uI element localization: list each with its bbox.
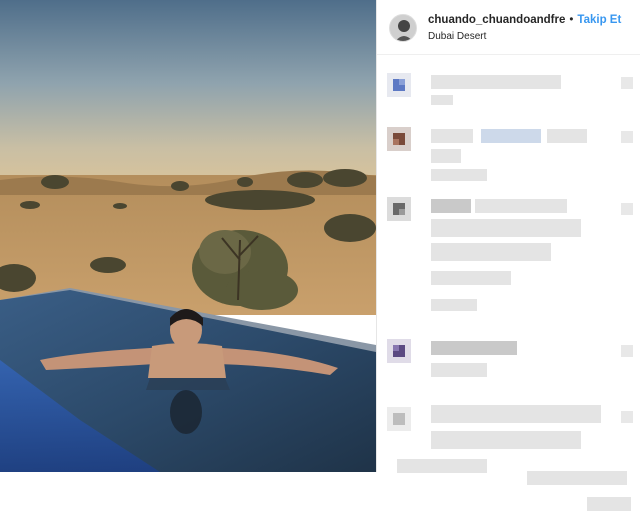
profile-avatar-icon[interactable] (389, 14, 417, 42)
list-item (377, 401, 640, 521)
heart-icon[interactable] (621, 203, 633, 215)
pixelated-comment-text (431, 199, 471, 213)
pixelated-comment-text (431, 149, 461, 163)
pixelated-comment-text (431, 243, 551, 261)
pixelated-avatar-icon[interactable] (387, 73, 411, 97)
list-item (377, 121, 640, 191)
heart-icon[interactable] (621, 345, 633, 357)
pixelated-comment-text (431, 341, 517, 355)
pixelated-comment-meta (431, 95, 453, 105)
pixelated-avatar-icon[interactable] (387, 127, 411, 151)
pixelated-comment-meta (431, 299, 477, 311)
pixelated-avatar-icon[interactable] (387, 407, 411, 431)
pixelated-avatar-icon[interactable] (387, 339, 411, 363)
pixelated-comment-text (431, 271, 511, 285)
heart-icon[interactable] (621, 77, 633, 89)
header-line: chuando_chuandoandfre • Takip Et (428, 14, 621, 26)
pixelated-comment-text (475, 199, 567, 213)
heart-icon[interactable] (621, 411, 633, 423)
post-sidebar: chuando_chuandoandfre • Takip Et Dubai Des… (376, 0, 640, 511)
pixelated-comment-text (527, 471, 627, 485)
follow-button[interactable]: Takip Et (577, 14, 621, 26)
pixelated-comment-text (431, 75, 561, 89)
pixelated-comment-text (431, 363, 487, 377)
post-header: chuando_chuandoandfre • Takip Et Dubai Des… (377, 0, 640, 55)
pixelated-avatar-icon[interactable] (387, 197, 411, 221)
pixelated-comment-text (431, 129, 473, 143)
pixelated-comment-text (431, 431, 581, 449)
pixelated-comment-meta (431, 169, 487, 181)
pixelated-comment-text (587, 497, 631, 511)
list-item (377, 195, 640, 325)
pixelated-comment-text (397, 459, 487, 473)
pixelated-comment-text (547, 129, 587, 143)
separator-dot: • (569, 14, 574, 26)
desert-pool-photo (0, 0, 376, 472)
list-item (377, 67, 640, 115)
username-link[interactable]: chuando_chuandoandfre (428, 14, 565, 26)
post-photo[interactable] (0, 0, 376, 472)
list-item (377, 335, 640, 395)
pixelated-comment-text (431, 219, 581, 237)
pixelated-mention (481, 129, 541, 143)
heart-icon[interactable] (621, 131, 633, 143)
location-link[interactable]: Dubai Desert (428, 31, 486, 42)
pixelated-comment-text (431, 405, 601, 423)
